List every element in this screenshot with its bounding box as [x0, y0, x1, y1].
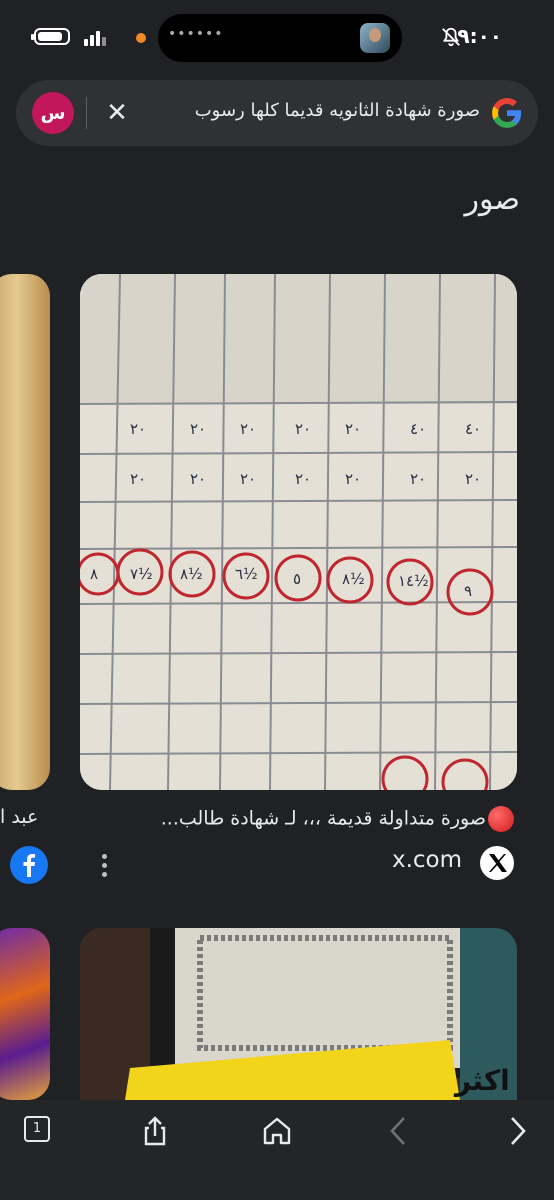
svg-text:٩: ٩	[464, 582, 472, 600]
result-caption[interactable]: صورة متداولة قديمة ،،، لـ شهادة طالب...	[161, 806, 514, 832]
svg-text:٢٠: ٢٠	[130, 470, 146, 488]
svg-text:٢٠: ٢٠	[465, 470, 481, 488]
svg-text:٨½: ٨½	[342, 570, 365, 588]
dynamic-island: ••••••	[158, 14, 402, 62]
search-divider	[86, 97, 87, 129]
svg-text:٢٠: ٢٠	[130, 420, 146, 438]
result-caption-left[interactable]: عبد ا	[0, 806, 38, 828]
svg-text:٤٠: ٤٠	[465, 420, 481, 438]
svg-text:٢٠: ٢٠	[295, 420, 311, 438]
bottom-toolbar: 1	[0, 1100, 554, 1200]
red-circle-icon	[488, 806, 514, 832]
battery-icon	[31, 28, 70, 45]
island-avatar	[360, 23, 390, 53]
image-result-partial-left-2[interactable]	[0, 928, 50, 1100]
facebook-icon[interactable]	[10, 846, 48, 884]
result-source-domain[interactable]: x.com	[392, 847, 462, 873]
account-avatar[interactable]: س	[32, 92, 74, 134]
google-logo-icon	[492, 98, 522, 128]
tabs-count-button[interactable]: 1	[24, 1116, 50, 1142]
search-query[interactable]: صورة شهادة الثانويه قديما كلها رسوب	[195, 100, 480, 121]
certificate-photo-2: قيمتها اكثر	[80, 928, 517, 1100]
result-caption-text: صورة متداولة قديمة ،،، لـ شهادة طالب...	[160, 807, 486, 830]
image-result-certificate-2[interactable]: قيمتها اكثر	[80, 928, 517, 1100]
x-logo-icon	[480, 846, 514, 880]
svg-text:٨: ٨	[90, 565, 98, 583]
back-icon[interactable]	[382, 1114, 416, 1148]
status-bar: •••••• ٩:٠٠	[0, 0, 554, 76]
svg-text:٥: ٥	[293, 570, 301, 588]
recording-indicator-icon	[136, 33, 146, 43]
forward-icon[interactable]	[500, 1114, 534, 1148]
svg-text:٢٠: ٢٠	[345, 420, 361, 438]
more-options-icon[interactable]	[100, 854, 108, 880]
svg-text:٦½: ٦½	[235, 565, 258, 583]
svg-text:٢٠: ٢٠	[410, 470, 426, 488]
svg-text:٢٠: ٢٠	[190, 420, 206, 438]
svg-text:٢٠: ٢٠	[295, 470, 311, 488]
svg-text:٤٠: ٤٠	[410, 420, 426, 438]
island-dots: ••••••	[168, 26, 224, 42]
image-result-certificate[interactable]: ٢٠ ٢٠ ٢٠ ٢٠ ٢٠ ٤٠ ٤٠ ٢٠ ٢٠ ٢٠ ٢٠ ٢٠ ٢٠ ٢٠ ٨ ٧½ ٨½ ٦½…	[80, 274, 517, 790]
section-title-images: صور	[464, 182, 520, 217]
svg-text:٢٠: ٢٠	[240, 470, 256, 488]
share-icon[interactable]	[138, 1114, 172, 1148]
certificate-photo: ٢٠ ٢٠ ٢٠ ٢٠ ٢٠ ٤٠ ٤٠ ٢٠ ٢٠ ٢٠ ٢٠ ٢٠ ٢٠ ٢٠ ٨ ٧½ ٨½ ٦½…	[80, 274, 517, 790]
banner-text: قيمتها اكثر	[453, 1064, 517, 1097]
image-result-partial-left[interactable]	[0, 274, 50, 790]
svg-text:٢٠: ٢٠	[190, 470, 206, 488]
home-icon[interactable]	[260, 1114, 294, 1148]
svg-text:١٤½: ١٤½	[398, 572, 429, 590]
svg-text:٢٠: ٢٠	[240, 420, 256, 438]
svg-text:٢٠: ٢٠	[345, 470, 361, 488]
close-icon[interactable]: ✕	[102, 98, 132, 128]
svg-text:٧½: ٧½	[130, 565, 153, 583]
search-bar[interactable]: س ✕ صورة شهادة الثانويه قديما كلها رسوب	[16, 80, 538, 146]
svg-text:٨½: ٨½	[180, 565, 203, 583]
clock-time: ٩:٠٠	[457, 24, 502, 48]
signal-icon	[84, 30, 108, 46]
